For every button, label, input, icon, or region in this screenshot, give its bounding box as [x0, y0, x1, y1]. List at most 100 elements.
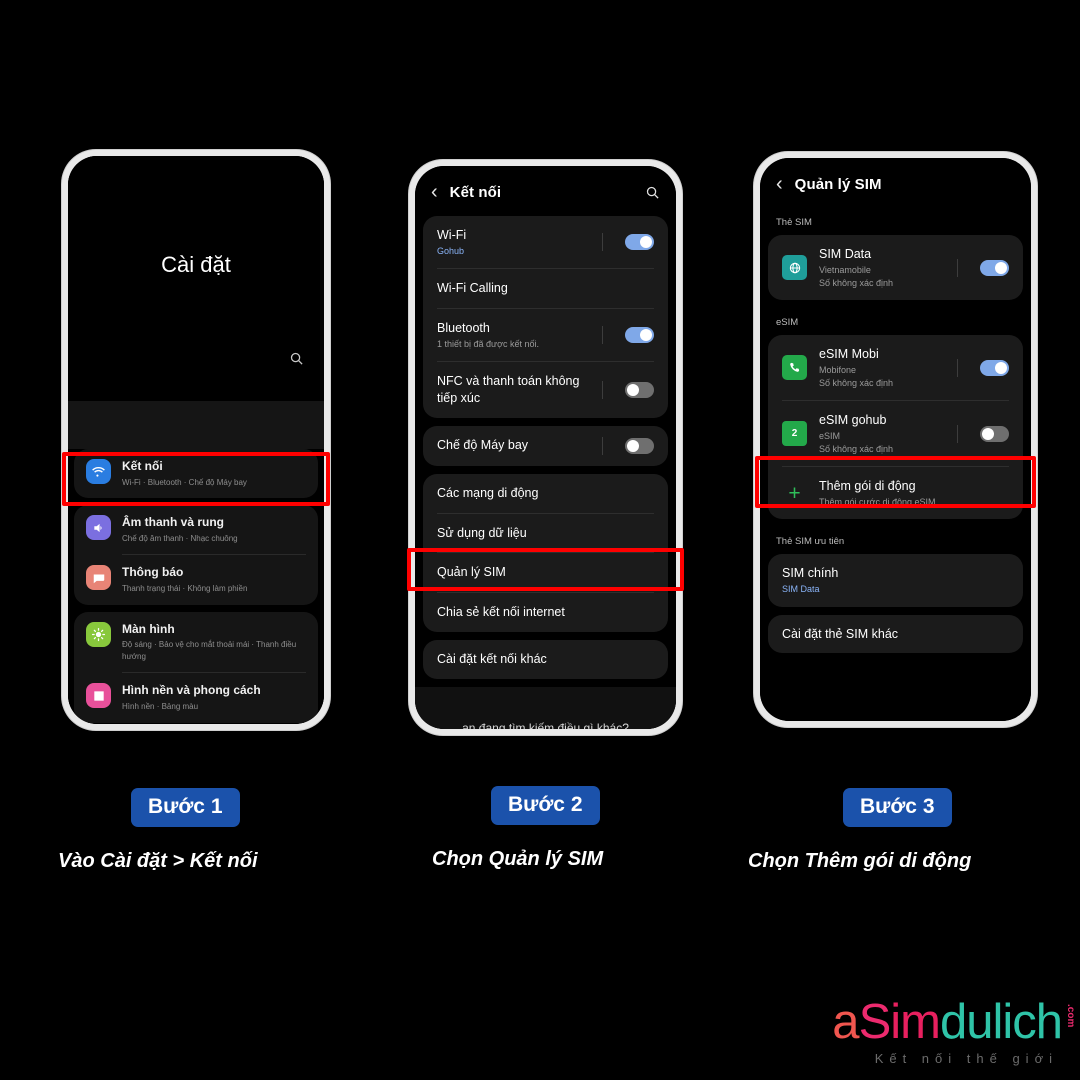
- sidebar-item-ket-noi[interactable]: Kết nối Wi-Fi · Bluetooth · Chế độ Máy b…: [74, 449, 318, 498]
- sidebar-item-hinh-nen-va-phong-cach[interactable]: Hình nền và phong cách Hình nền · Bảng m…: [74, 673, 318, 722]
- item-carrier: eSIM: [819, 431, 841, 442]
- wifi-toggle[interactable]: [625, 234, 654, 250]
- item-carrier: Vietnamobile: [819, 264, 871, 275]
- item-title: Các mạng di động: [437, 485, 539, 500]
- appbar-title: Quản lý SIM: [794, 175, 882, 193]
- item-title: Âm thanh và rung: [122, 515, 225, 530]
- sidebar-item-thong-bao[interactable]: Thông báo Thanh trạng thái · Không làm p…: [74, 555, 318, 604]
- item-title: Chia sẻ kết nối internet: [437, 605, 565, 620]
- sim2-icon: 2: [782, 421, 807, 447]
- item-subtitle: SIM Data: [782, 584, 820, 595]
- settings-group-sound-notification: Âm thanh và rung Chế độ âm thanh · Nhạc …: [74, 505, 318, 605]
- list-item-sim-chinh[interactable]: SIM chính SIM Data: [768, 554, 1023, 606]
- item-number: Số không xác định: [819, 444, 894, 455]
- item-title: Thông báo: [122, 565, 184, 580]
- page-title: Cài đặt: [161, 252, 231, 277]
- logo-wordmark: aSimdulich .com: [832, 995, 1076, 1049]
- settings-hero: Cài đặt: [68, 156, 324, 401]
- item-title: Thêm gói di động: [819, 479, 916, 494]
- item-title: Cài đặt thẻ SIM khác: [782, 626, 899, 641]
- item-title: Quản lý SIM: [437, 565, 506, 580]
- priority-sim-group: SIM chính SIM Data: [768, 554, 1023, 607]
- esim-mobi-toggle[interactable]: [980, 359, 1009, 376]
- step-caption-3: Chọn Thêm gói di động: [748, 850, 971, 873]
- list-item-internet-sharing[interactable]: Chia sẻ kết nối internet: [423, 593, 668, 632]
- logo-part-s: S: [858, 995, 892, 1049]
- chevron-left-icon[interactable]: ‹: [776, 174, 783, 194]
- divider: [602, 325, 603, 344]
- nfc-toggle[interactable]: [625, 381, 654, 398]
- connections-group-2: Chế độ Máy bay: [423, 425, 668, 466]
- caption-emphasis: Thêm gói di động: [804, 850, 972, 872]
- item-title: SIM Data: [819, 247, 872, 261]
- item-subtitle: Thanh trạng thái · Không làm phiền: [122, 583, 248, 593]
- list-item-nfc[interactable]: NFC và thanh toán không tiếp xúc: [423, 362, 668, 418]
- caption-emphasis: Quản lý SIM: [488, 848, 604, 870]
- caption-prefix: Chọn: [748, 850, 805, 872]
- list-item-esim-mobi[interactable]: eSIM Mobi Mobifone Số không xác định: [768, 335, 1023, 400]
- list-item-them-goi-di-dong[interactable]: + Thêm gói di động Thêm gói cước di động…: [768, 467, 1023, 519]
- list-item-quan-ly-sim[interactable]: Quản lý SIM: [423, 553, 668, 592]
- section-header-sim: Thẻ SIM: [776, 217, 812, 228]
- step-caption-2: Chọn Quản lý SIM: [432, 848, 603, 871]
- speaker-icon: [86, 515, 111, 541]
- other-sim-group: Cài đặt thẻ SIM khác: [768, 614, 1023, 654]
- item-subtitle: Wi-Fi · Bluetooth · Chế độ Máy bay: [122, 477, 247, 487]
- item-title: eSIM Mobi: [819, 347, 879, 362]
- sidebar-item-man-hinh[interactable]: Màn hình Độ sáng · Bảo vệ cho mắt thoải …: [74, 612, 318, 673]
- logo-part-im: im: [890, 995, 941, 1049]
- search-hint-banner[interactable]: ạn đang tìm kiếm điều gì khác?: [415, 687, 676, 729]
- brightness-icon: [86, 621, 111, 647]
- item-title: Màn hình: [122, 621, 175, 636]
- list-item-cai-dat-the-sim-khac[interactable]: Cài đặt thẻ SIM khác: [768, 615, 1023, 654]
- sim-manager-screen: ‹ Quản lý SIM Thẻ SIM SIM Data Vietnamob…: [760, 158, 1031, 721]
- item-carrier: Mobifone: [819, 365, 857, 376]
- list-item-bluetooth[interactable]: Bluetooth 1 thiết bị đã được kết nối.: [423, 309, 668, 361]
- phone-sim-icon: [782, 355, 807, 381]
- esim-gohub-toggle[interactable]: [980, 425, 1009, 442]
- list-item-wifi-calling[interactable]: Wi-Fi Calling: [423, 269, 668, 308]
- item-subtitle: Chế độ âm thanh · Nhạc chuông: [122, 533, 238, 543]
- caption-emphasis: Cài đặt > Kết nối: [100, 850, 258, 872]
- caption-prefix: Vào: [58, 850, 101, 872]
- list-item-other-connection-settings[interactable]: Cài đặt kết nối khác: [423, 640, 668, 679]
- item-title: Sử dụng dữ liệu: [437, 525, 527, 540]
- section-header-priority-sim: Thẻ SIM ưu tiên: [776, 536, 845, 548]
- appbar: ‹ Kết nối: [415, 166, 676, 216]
- plus-icon: +: [788, 481, 801, 505]
- item-title: SIM chính: [782, 566, 839, 581]
- search-hint-text: ạn đang tìm kiếm điều gì khác?: [462, 721, 629, 729]
- step-badge-2: Bước 2: [491, 786, 600, 825]
- airplane-mode-toggle[interactable]: [625, 437, 654, 454]
- list-item-sim-data[interactable]: SIM Data Vietnamobile Số không xác định: [768, 235, 1023, 300]
- connections-group-1: Wi-Fi Gohub Wi-Fi Calling Bluetooth 1 th…: [423, 216, 668, 418]
- bluetooth-toggle[interactable]: [625, 326, 654, 343]
- phone-mockup-step3: ‹ Quản lý SIM Thẻ SIM SIM Data Vietnamob…: [754, 152, 1037, 727]
- divider: [602, 233, 603, 251]
- list-item-esim-gohub[interactable]: 2 eSIM gohub eSIM Số không xác định: [768, 401, 1023, 466]
- item-title: Hình nền và phong cách: [122, 683, 261, 698]
- sidebar-item-am-thanh-va-rung[interactable]: Âm thanh và rung Chế độ âm thanh · Nhạc …: [74, 505, 318, 554]
- list-item-airplane-mode[interactable]: Chế độ Máy bay: [423, 426, 668, 466]
- wallpaper-icon: [86, 683, 111, 709]
- item-title: Wi-Fi: [437, 228, 467, 242]
- item-title: Cài đặt kết nối khác: [437, 652, 547, 667]
- list-item-wifi[interactable]: Wi-Fi Gohub: [423, 216, 668, 268]
- sim-data-toggle[interactable]: [980, 259, 1009, 276]
- item-title: Kết nối: [122, 459, 163, 473]
- search-icon[interactable]: [645, 185, 660, 200]
- item-title: Chế độ Máy bay: [437, 438, 529, 453]
- appbar-title: Kết nối: [449, 183, 502, 201]
- logo-part-a: a: [832, 995, 859, 1049]
- sim-card-group: SIM Data Vietnamobile Số không xác định: [768, 235, 1023, 301]
- connections-group-4: Cài đặt kết nối khác: [423, 640, 668, 680]
- list-item-mobile-networks[interactable]: Các mạng di động: [423, 474, 668, 513]
- brand-logo: aSimdulich .com Kết nối thế giới: [832, 995, 1076, 1067]
- settings-search-bar[interactable]: [68, 401, 324, 449]
- chevron-left-icon[interactable]: ‹: [431, 182, 438, 202]
- item-subtitle: Độ sáng · Bảo vệ cho mắt thoải mái · Tha…: [122, 640, 297, 661]
- list-item-data-usage[interactable]: Sử dụng dữ liệu: [423, 514, 668, 553]
- connections-group-3: Các mạng di động Sử dụng dữ liệu Quản lý…: [423, 473, 668, 633]
- search-icon[interactable]: [289, 351, 304, 366]
- globe-sim-icon: [782, 255, 807, 281]
